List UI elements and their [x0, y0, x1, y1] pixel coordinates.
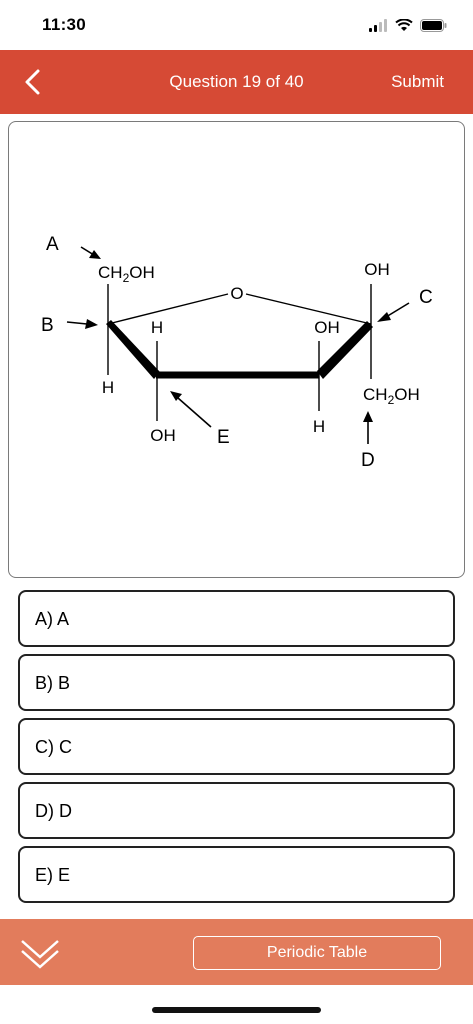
bottom-toolbar: Periodic Table — [0, 919, 473, 985]
label-b: B — [41, 315, 54, 336]
status-icons — [369, 17, 447, 33]
home-indicator[interactable] — [152, 1007, 321, 1013]
c3-hydrogen: H — [313, 417, 325, 436]
battery-icon — [420, 18, 447, 32]
ring-bond-right-top — [245, 293, 372, 325]
answer-option-b[interactable]: B) B — [18, 654, 455, 711]
sugar-structure-diagram: O CH2OH H H OH OH H OH CH2OH A B C D E — [41, 234, 433, 471]
wifi-icon — [395, 18, 413, 31]
status-time: 11:30 — [42, 15, 87, 34]
answer-option-d[interactable]: D) D — [18, 782, 455, 839]
question-header: Question 19 of 40 Submit — [0, 50, 473, 114]
label-c: C — [419, 287, 433, 308]
submit-button[interactable]: Submit — [391, 72, 444, 92]
answer-label: E) E — [35, 865, 71, 885]
arrowhead-c — [377, 312, 391, 322]
arrowhead-b — [85, 319, 98, 329]
arrow-c — [385, 302, 410, 318]
label-d: D — [361, 450, 375, 471]
arrow-e — [177, 397, 212, 428]
signal-icon — [369, 18, 387, 32]
periodic-table-button[interactable]: Periodic Table — [193, 936, 441, 970]
question-structure-panel: O CH2OH H H OH OH H OH CH2OH A B C D E — [8, 121, 465, 578]
c4-ch2oh-label: CH2OH — [363, 385, 420, 407]
double-chevron-down-icon[interactable] — [20, 933, 60, 973]
answer-option-c[interactable]: C) C — [18, 718, 455, 775]
answer-label: D) D — [35, 801, 72, 821]
c2-hydrogen: H — [151, 318, 163, 337]
c1-hydrogen: H — [102, 378, 114, 397]
c4-hydroxyl: OH — [364, 260, 390, 279]
status-bar: 11:30 — [0, 0, 473, 50]
arrow-b — [66, 321, 88, 325]
label-e: E — [217, 427, 230, 448]
label-a: A — [46, 234, 59, 255]
ring-bond-left-top — [107, 293, 229, 325]
arrowhead-a — [89, 250, 101, 259]
answer-label: B) B — [35, 673, 71, 693]
c2-hydroxyl: OH — [150, 426, 176, 445]
c3-hydroxyl: OH — [314, 318, 340, 337]
answer-option-e[interactable]: E) E — [18, 846, 455, 903]
answer-option-a[interactable]: A) A — [18, 590, 455, 647]
arrowhead-d — [363, 411, 373, 422]
answer-label: C) C — [35, 737, 72, 757]
answer-label: A) A — [35, 609, 70, 629]
c1-ch2oh-label: CH2OH — [98, 263, 155, 285]
ring-oxygen: O — [230, 284, 243, 303]
